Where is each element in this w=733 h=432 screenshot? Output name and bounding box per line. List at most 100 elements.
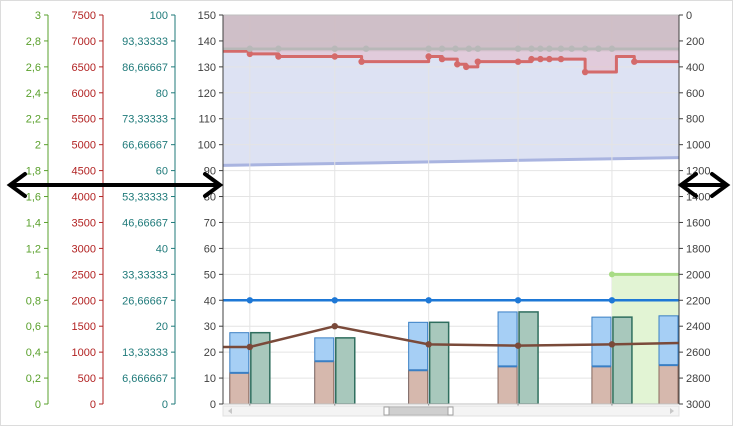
- y-axis-green-label: 1,2: [26, 243, 41, 255]
- y-axis-primary-label: 130: [198, 62, 216, 74]
- y-axis-green-label: 1,6: [26, 192, 41, 204]
- y-axis-green-label: 1,8: [26, 166, 41, 178]
- y-axis-green-label: 2,4: [26, 88, 41, 100]
- y-axis-right-label: 2000: [686, 269, 710, 281]
- y-axis-red-label: 2000: [72, 295, 96, 307]
- bar-tan: [658, 364, 679, 404]
- series-marker: [631, 58, 638, 65]
- y-axis-right-label: 800: [686, 114, 704, 126]
- y-axis-right-label: 2800: [686, 373, 710, 385]
- y-axis-right-label: 1600: [686, 217, 710, 229]
- series-marker: [528, 45, 535, 52]
- y-axis-red-label: 3500: [72, 217, 96, 229]
- series-marker: [438, 45, 446, 52]
- series-marker: [557, 55, 565, 63]
- x-scrollbar-thumb[interactable]: [383, 406, 454, 416]
- series-marker: [608, 341, 616, 348]
- y-axis-green-label: 2: [35, 140, 41, 152]
- y-axis-primary-label: 50: [204, 269, 216, 281]
- y-axis-primary-label: 10: [204, 373, 216, 385]
- scroll-thumb-grip-left[interactable]: [383, 406, 390, 416]
- bar-teal: [612, 316, 633, 404]
- bar-tan: [229, 372, 250, 404]
- y-axis-red-label: 500: [78, 373, 96, 385]
- y-axis-right-label: 2400: [686, 321, 710, 333]
- y-axis-green-label: 0,4: [26, 347, 41, 359]
- series-marker: [463, 63, 470, 71]
- y-axis-teal-label: 80: [156, 88, 168, 100]
- y-axis-primary-label: 100: [198, 140, 216, 152]
- series-marker: [275, 53, 282, 60]
- y-axis-red-label: 4000: [72, 192, 96, 204]
- y-axis-teal-label: 86,66667: [122, 62, 168, 74]
- series-marker: [358, 58, 365, 65]
- y-axis-teal-label: 66,66667: [122, 140, 168, 152]
- y-axis-green-label: 0,6: [26, 321, 41, 333]
- series-marker: [452, 45, 459, 52]
- y-axis-primary-label: 40: [204, 295, 216, 307]
- series-marker: [425, 341, 432, 348]
- y-axis-right-label: 0: [686, 10, 692, 22]
- y-axis-red-label: 5000: [72, 140, 96, 152]
- y-axis-primary-label: 110: [198, 114, 216, 126]
- series-marker: [537, 55, 544, 63]
- series-marker: [331, 53, 338, 60]
- series-marker: [557, 45, 565, 52]
- series-marker: [537, 45, 544, 52]
- series-marker: [275, 45, 282, 52]
- y-axis-teal-label: 20: [156, 321, 168, 333]
- bar-teal: [518, 311, 539, 404]
- y-axis-right-label: 1800: [686, 243, 710, 255]
- y-axis-green-label: 0,2: [26, 373, 41, 385]
- series-marker: [246, 343, 254, 351]
- y-axis-red-label: 2500: [72, 269, 96, 281]
- series-marker: [608, 297, 616, 304]
- y-axis-teal-label: 53,33333: [122, 192, 168, 204]
- y-axis-primary-label: 60: [204, 243, 216, 255]
- y-axis-red-label: 4500: [72, 166, 96, 178]
- y-axis-green-label: 2,8: [26, 36, 41, 48]
- scroll-thumb-grip-right[interactable]: [447, 406, 454, 416]
- series-marker: [474, 58, 482, 65]
- y-axis-right-label: 400: [686, 62, 704, 74]
- y-axis-teal-label: 100: [150, 10, 168, 22]
- series-marker: [546, 55, 553, 63]
- y-axis-teal-label: 33,33333: [122, 269, 168, 281]
- series-marker: [568, 45, 575, 52]
- y-axis-green-label: 1: [35, 269, 41, 281]
- y-axis-primary-label: 70: [204, 217, 216, 229]
- series-marker: [514, 342, 522, 349]
- y-axis-red-label: 7500: [72, 10, 96, 22]
- y-axis-right-label: 2200: [686, 295, 710, 307]
- y-axis-red-label: 0: [90, 399, 96, 411]
- y-axis-teal-label: 93,33333: [122, 36, 168, 48]
- y-axis-green-label: 0: [35, 399, 41, 411]
- bar-tan: [314, 360, 335, 404]
- double-arrow-horizontal-icon[interactable]: [6, 172, 224, 198]
- y-axis-green-label: 2,2: [26, 114, 41, 126]
- y-axis-teal-label: 46,66667: [122, 217, 168, 229]
- series-marker: [331, 323, 338, 330]
- y-axis-right-label: 2600: [686, 347, 710, 359]
- y-axis-green-label: 2,6: [26, 62, 41, 74]
- series-marker: [454, 61, 461, 68]
- y-axis-red-label: 7000: [72, 36, 96, 48]
- y-axis-right-label: 200: [686, 36, 704, 48]
- series-marker: [438, 55, 446, 63]
- bar-teal: [335, 337, 356, 404]
- y-axis-primary-label: 0: [210, 399, 216, 411]
- series-marker: [246, 297, 254, 304]
- y-axis-teal-label: 0: [162, 399, 168, 411]
- series-marker: [581, 45, 589, 52]
- y-axis-green-label: 0,8: [26, 295, 41, 307]
- y-axis-primary-label: 120: [198, 88, 216, 100]
- series-marker: [528, 55, 535, 63]
- series-marker: [246, 45, 254, 52]
- bar-tan: [591, 365, 612, 404]
- series-marker: [514, 297, 522, 304]
- series-marker: [362, 45, 370, 52]
- y-axis-primary-label: 20: [204, 347, 216, 359]
- series-marker: [331, 297, 338, 304]
- y-axis-right-label: 1000: [686, 140, 710, 152]
- y-axis-right-label: 600: [686, 88, 704, 100]
